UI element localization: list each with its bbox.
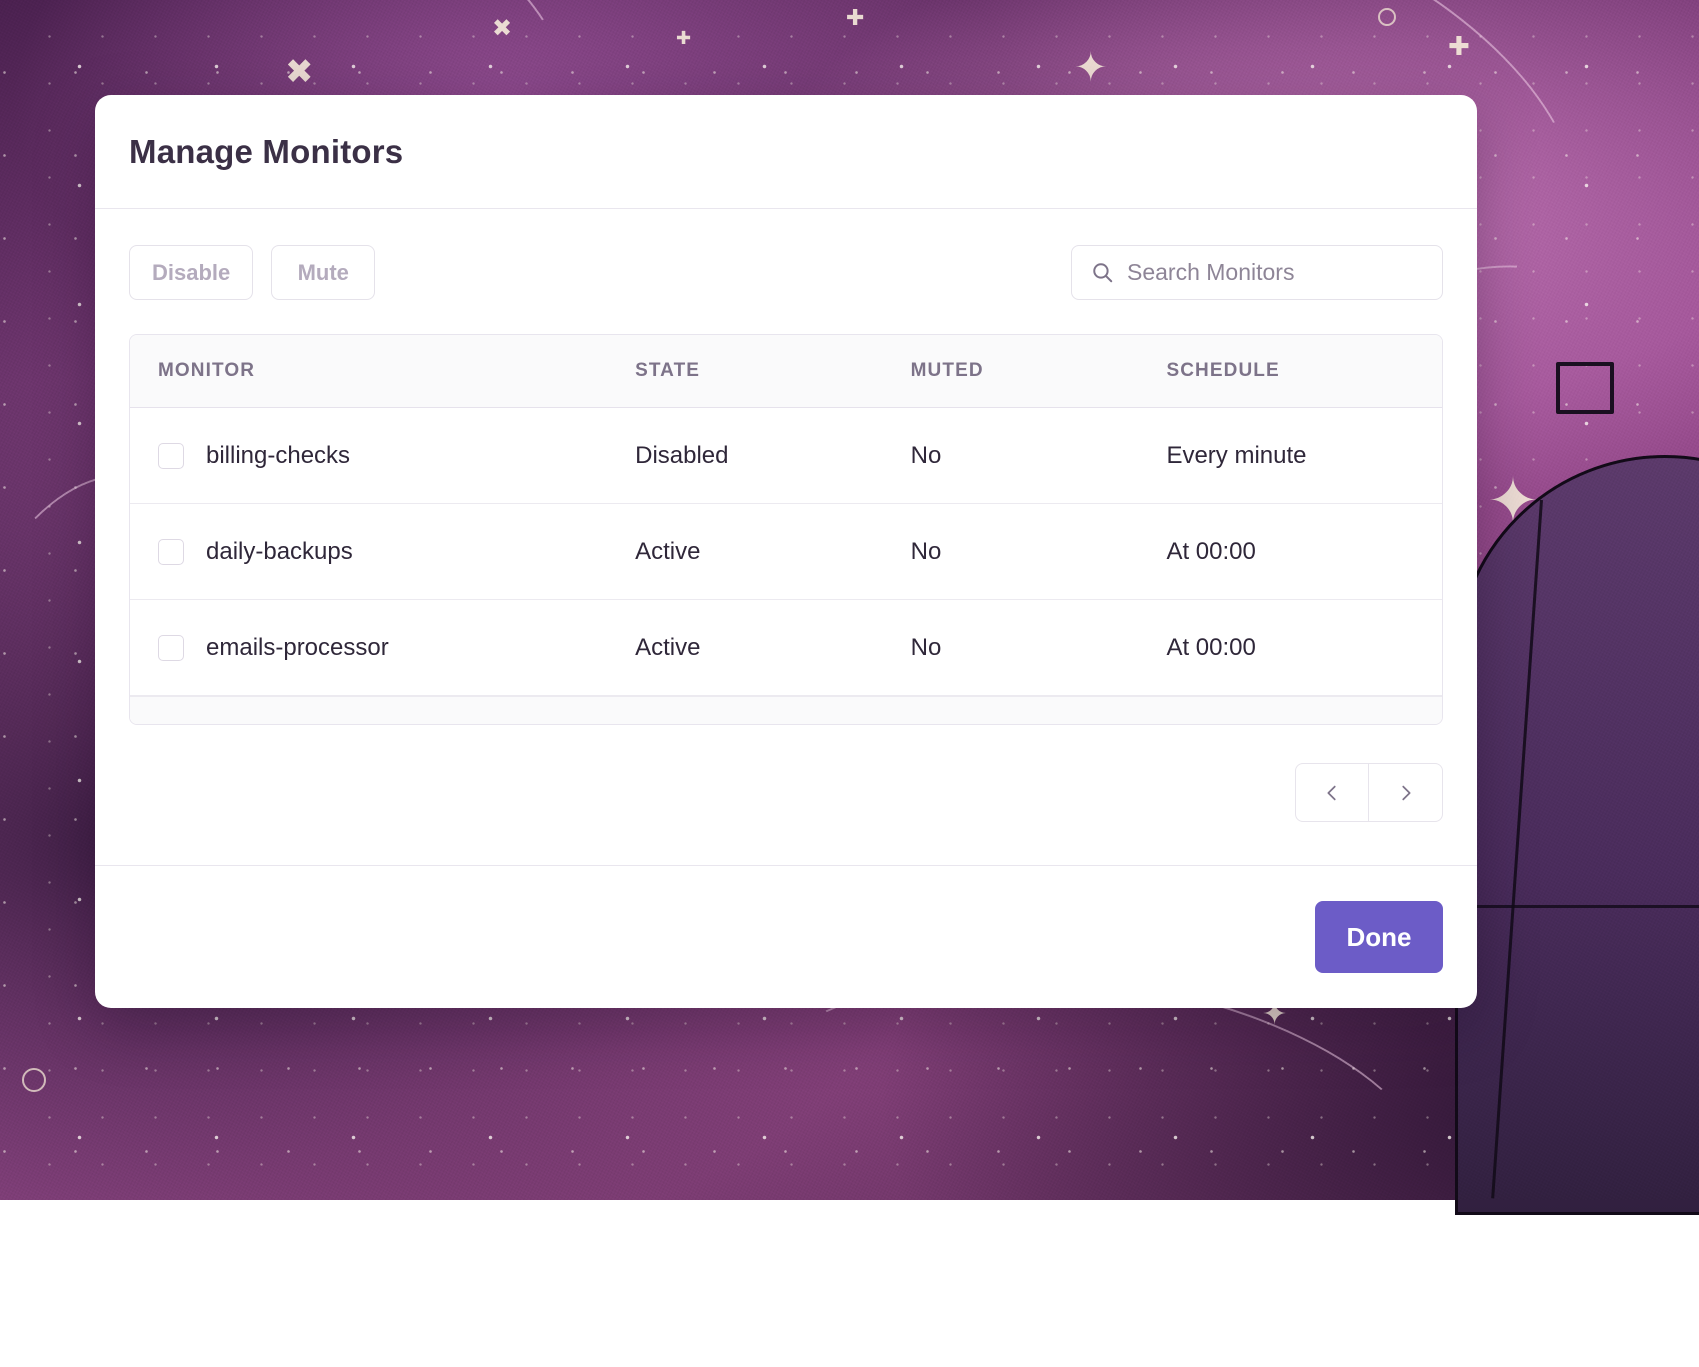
row-select-checkbox[interactable] <box>158 635 184 661</box>
state-cell: Active <box>635 504 911 600</box>
table-body: billing-checks Disabled No Every minute … <box>130 408 1442 696</box>
schedule-cell: Every minute <box>1166 408 1442 504</box>
dialog-header: Manage Monitors <box>95 95 1477 209</box>
column-header-muted[interactable]: MUTED <box>911 335 1167 408</box>
dialog-footer: Done <box>95 865 1477 1008</box>
monitors-table: MONITOR STATE MUTED SCHEDULE billing-che… <box>130 335 1442 696</box>
monitors-table-container: MONITOR STATE MUTED SCHEDULE billing-che… <box>129 334 1443 725</box>
chevron-left-icon <box>1321 782 1343 804</box>
monitor-cell: emails-processor <box>130 600 635 696</box>
monitor-cell: billing-checks <box>130 408 635 504</box>
next-page-button[interactable] <box>1369 763 1443 822</box>
table-row[interactable]: daily-backups Active No At 00:00 <box>130 504 1442 600</box>
muted-cell: No <box>911 600 1167 696</box>
manage-monitors-dialog: Manage Monitors Disable Mute <box>95 95 1477 1008</box>
chevron-right-icon <box>1395 782 1417 804</box>
table-header-row: MONITOR STATE MUTED SCHEDULE <box>130 335 1442 408</box>
monitor-cell: daily-backups <box>130 504 635 600</box>
search-monitors-field[interactable] <box>1071 245 1443 300</box>
page-title: Manage Monitors <box>129 133 403 171</box>
monitor-name: billing-checks <box>206 442 350 470</box>
pagination <box>129 763 1443 822</box>
search-icon <box>1090 260 1115 285</box>
muted-cell: No <box>911 408 1167 504</box>
toolbar: Disable Mute <box>129 245 1443 300</box>
dialog-body: Disable Mute MONITOR STATE <box>95 209 1477 865</box>
table-row[interactable]: billing-checks Disabled No Every minute <box>130 408 1442 504</box>
state-cell: Disabled <box>635 408 911 504</box>
mute-button[interactable]: Mute <box>271 245 375 300</box>
disable-button[interactable]: Disable <box>129 245 253 300</box>
previous-page-button[interactable] <box>1295 763 1369 822</box>
table-head: MONITOR STATE MUTED SCHEDULE <box>130 335 1442 408</box>
bulk-actions-group: Disable Mute <box>129 245 375 300</box>
table-row[interactable]: emails-processor Active No At 00:00 <box>130 600 1442 696</box>
schedule-cell: At 00:00 <box>1166 600 1442 696</box>
monitor-name: emails-processor <box>206 634 389 662</box>
schedule-cell: At 00:00 <box>1166 504 1442 600</box>
search-input[interactable] <box>1127 259 1424 286</box>
row-select-checkbox[interactable] <box>158 443 184 469</box>
state-cell: Active <box>635 600 911 696</box>
column-header-monitor[interactable]: MONITOR <box>130 335 635 408</box>
pagination-group <box>1295 763 1443 822</box>
table-footer-strip <box>130 696 1442 724</box>
done-button[interactable]: Done <box>1315 901 1443 973</box>
monitor-name: daily-backups <box>206 538 353 566</box>
column-header-state[interactable]: STATE <box>635 335 911 408</box>
row-select-checkbox[interactable] <box>158 539 184 565</box>
column-header-schedule[interactable]: SCHEDULE <box>1166 335 1442 408</box>
muted-cell: No <box>911 504 1167 600</box>
